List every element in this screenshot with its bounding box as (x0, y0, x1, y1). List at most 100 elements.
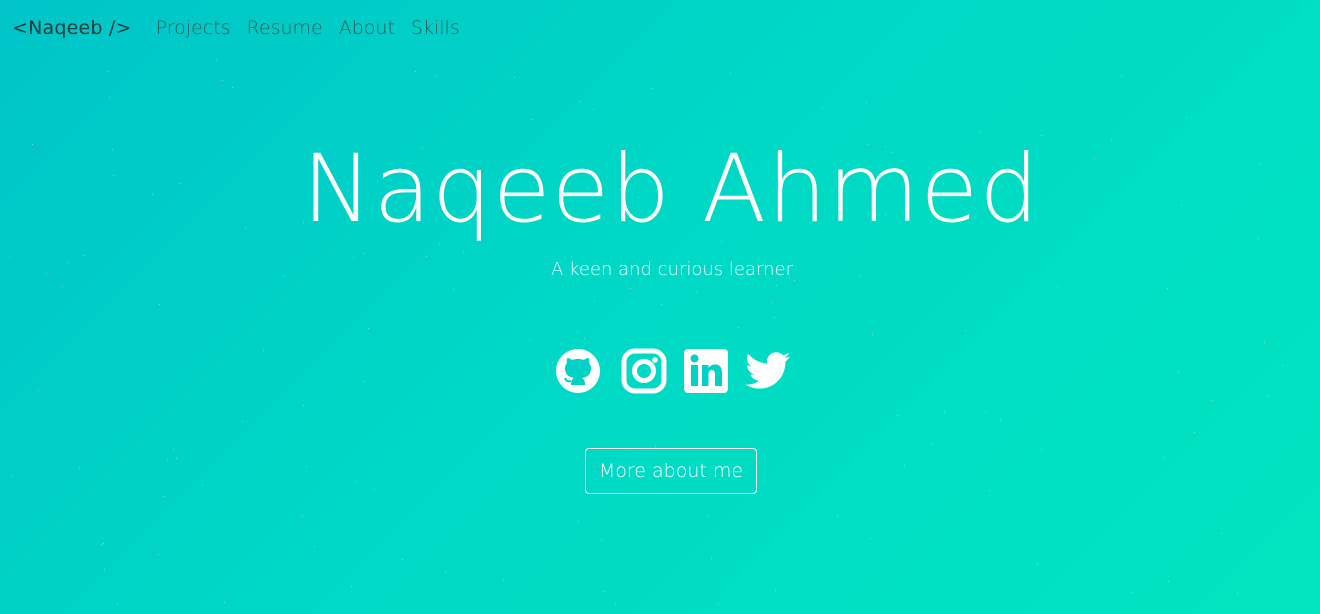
linkedin-icon (684, 349, 728, 393)
star (580, 101, 581, 102)
star (897, 415, 898, 416)
star (1267, 395, 1268, 396)
instagram-icon (621, 348, 667, 394)
star (730, 73, 731, 74)
social-links (554, 347, 792, 395)
instagram-link[interactable] (620, 347, 668, 395)
star (604, 591, 605, 592)
star (222, 80, 223, 81)
star (1041, 449, 1042, 450)
star (402, 559, 403, 560)
star (794, 280, 795, 281)
hero-tagline: A keen and curious learner (551, 259, 793, 280)
star (263, 350, 264, 351)
star (117, 604, 118, 605)
star (661, 304, 662, 305)
star (776, 285, 777, 286)
star (103, 543, 104, 544)
star (985, 412, 986, 413)
star (351, 586, 352, 587)
star (356, 481, 357, 482)
star (232, 87, 233, 88)
star (463, 252, 464, 253)
star (1194, 432, 1195, 433)
star (109, 97, 110, 98)
star (302, 516, 303, 517)
star (364, 381, 365, 382)
star (1121, 75, 1122, 76)
star (979, 132, 980, 133)
star (84, 255, 85, 256)
linkedin-link[interactable] (682, 347, 730, 395)
star (306, 466, 307, 467)
star (577, 332, 578, 333)
star (353, 257, 354, 258)
star (368, 328, 369, 329)
star (711, 558, 712, 559)
star (374, 489, 375, 490)
star (314, 546, 315, 547)
star (1168, 581, 1169, 582)
star (107, 71, 108, 72)
nav-link-skills[interactable]: Skills (411, 17, 460, 39)
star (439, 244, 440, 245)
star (931, 443, 932, 444)
star (904, 465, 905, 466)
star (1000, 419, 1001, 420)
star (62, 286, 63, 287)
star (738, 327, 739, 328)
star (435, 75, 436, 76)
star (707, 516, 708, 517)
star (514, 77, 515, 78)
star (944, 411, 945, 412)
star (79, 467, 80, 468)
star (772, 302, 773, 303)
star (870, 538, 871, 539)
star (989, 490, 990, 491)
star (159, 304, 160, 305)
star (775, 590, 776, 591)
nav-link-projects[interactable]: Projects (156, 17, 231, 39)
star (176, 458, 177, 459)
star (552, 362, 553, 363)
star (601, 539, 602, 540)
github-link[interactable] (554, 347, 602, 395)
star (866, 102, 867, 103)
star (630, 288, 631, 289)
star (426, 256, 427, 257)
star (531, 119, 532, 120)
nav-link-resume[interactable]: Resume (247, 17, 323, 39)
star (303, 405, 304, 406)
star (453, 289, 454, 290)
star (202, 485, 203, 486)
star (1221, 533, 1222, 534)
nav-link-about[interactable]: About (339, 17, 395, 39)
twitter-link[interactable] (744, 347, 792, 395)
star (651, 88, 652, 89)
star (363, 253, 364, 254)
brand-logo-link[interactable]: <Naqeeb /> (12, 17, 132, 39)
more-about-me-button[interactable]: More about me (585, 448, 757, 494)
star (173, 449, 174, 450)
hero-title: Naqeeb Ahmed (302, 135, 1040, 244)
star (11, 475, 12, 476)
star (1041, 135, 1042, 136)
star (615, 604, 616, 605)
star (655, 446, 656, 447)
star (593, 109, 594, 110)
star (503, 580, 504, 581)
star (242, 421, 243, 422)
star (158, 554, 159, 555)
star (1167, 288, 1168, 289)
star (1212, 400, 1213, 401)
star (718, 604, 719, 605)
github-icon (556, 349, 600, 393)
navbar: <Naqeeb /> Projects Resume About Skills (0, 0, 1320, 56)
star (38, 390, 39, 391)
star (104, 569, 105, 570)
star (774, 317, 775, 318)
star (1237, 593, 1238, 594)
star (1131, 592, 1132, 593)
star (216, 60, 217, 61)
star-field (0, 0, 1320, 614)
